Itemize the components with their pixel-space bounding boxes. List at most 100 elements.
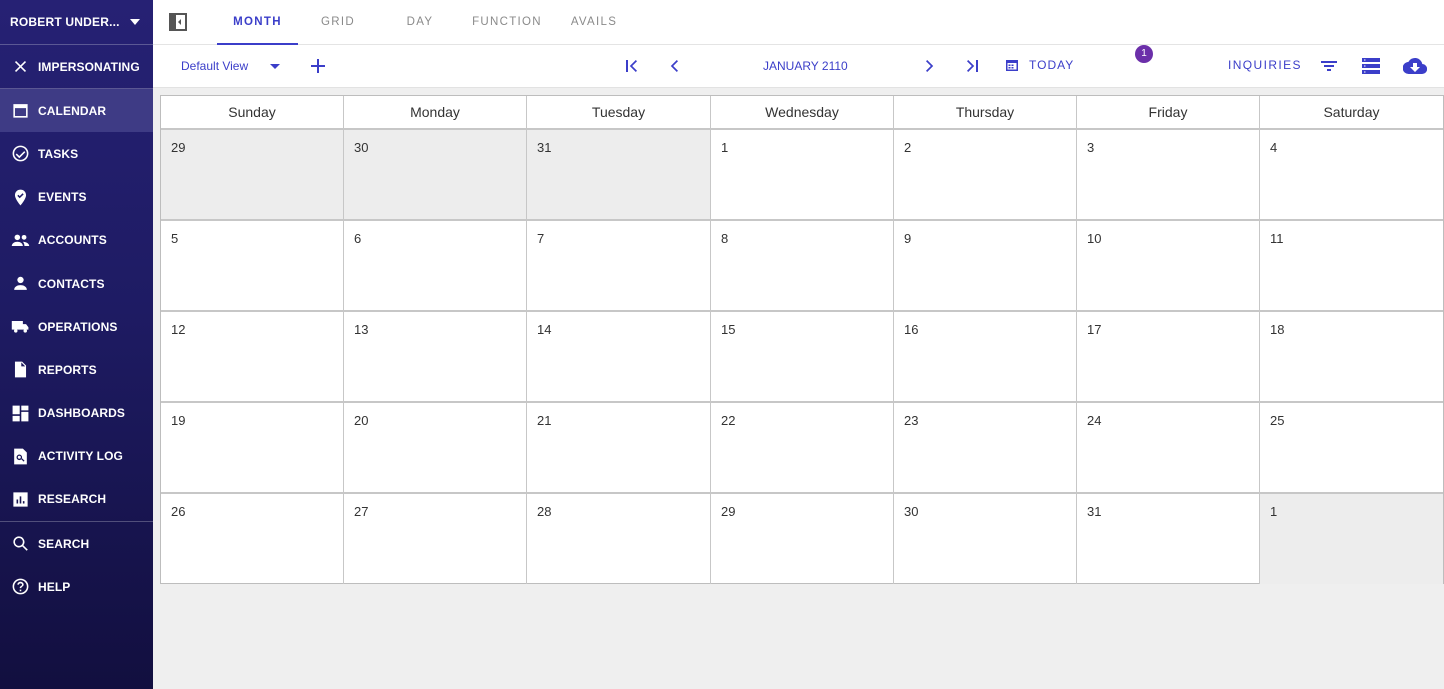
day-cell[interactable]: 22 <box>711 403 894 492</box>
day-cell[interactable]: 10 <box>1077 221 1260 310</box>
sidebar-item-contacts[interactable]: CONTACTS <box>0 262 153 305</box>
sidebar-item-dashboards[interactable]: DASHBOARDS <box>0 392 153 435</box>
day-cell[interactable]: 25 <box>1260 403 1443 492</box>
day-cell[interactable]: 13 <box>344 312 527 401</box>
day-cell[interactable]: 30 <box>344 130 527 219</box>
week-row: 12 13 14 15 16 17 18 <box>161 312 1443 403</box>
day-number: 29 <box>171 140 186 155</box>
day-cell[interactable]: 1 <box>1260 494 1443 584</box>
day-number: 25 <box>1270 413 1285 428</box>
week-row: 29 30 31 1 2 3 4 <box>161 130 1443 221</box>
sidebar-item-research[interactable]: RESEARCH <box>0 478 153 521</box>
day-cell[interactable]: 23 <box>894 403 1077 492</box>
location-pin-icon <box>10 187 30 207</box>
tab-grid[interactable]: GRID <box>303 0 373 45</box>
sidebar-item-tasks[interactable]: TASKS <box>0 132 153 175</box>
close-icon <box>10 57 30 77</box>
first-page-icon[interactable] <box>623 57 641 75</box>
sidebar-item-reports[interactable]: REPORTS <box>0 348 153 391</box>
day-cell[interactable]: 26 <box>161 494 344 584</box>
day-cell[interactable]: 5 <box>161 221 344 310</box>
sidebar-item-search[interactable]: SEARCH <box>0 522 153 565</box>
day-cell[interactable]: 3 <box>1077 130 1260 219</box>
person-icon <box>10 274 30 294</box>
day-cell[interactable]: 24 <box>1077 403 1260 492</box>
day-cell[interactable]: 29 <box>161 130 344 219</box>
day-cell[interactable]: 11 <box>1260 221 1443 310</box>
day-cell[interactable]: 30 <box>894 494 1077 584</box>
next-month-icon[interactable] <box>920 57 938 75</box>
day-cell[interactable]: 19 <box>161 403 344 492</box>
day-cell[interactable]: 7 <box>527 221 711 310</box>
filter-icon[interactable] <box>1319 57 1339 75</box>
day-number: 22 <box>721 413 736 428</box>
weekday-label: Wednesday <box>711 96 894 128</box>
inquiries-button[interactable]: INQUIRIES <box>1228 58 1302 72</box>
tab-month[interactable]: MONTH <box>217 0 298 45</box>
sidebar-item-help[interactable]: HELP <box>0 565 153 608</box>
sidebar-item-calendar[interactable]: CALENDAR <box>0 89 153 133</box>
day-cell[interactable]: 29 <box>711 494 894 584</box>
today-label: TODAY <box>1029 58 1075 72</box>
sidebar-item-events[interactable]: EVENTS <box>0 176 153 219</box>
day-number: 19 <box>171 413 186 428</box>
view-tabs-bar: MONTH GRID DAY FUNCTION AVAILS <box>153 0 1444 45</box>
sidebar-item-impersonating[interactable]: IMPERSONATING <box>0 45 153 88</box>
day-cell[interactable]: 16 <box>894 312 1077 401</box>
tab-function[interactable]: FUNCTION <box>467 0 547 45</box>
add-icon[interactable] <box>309 57 327 75</box>
day-cell[interactable]: 9 <box>894 221 1077 310</box>
day-number: 4 <box>1270 140 1278 155</box>
day-cell[interactable]: 12 <box>161 312 344 401</box>
current-month-label[interactable]: JANUARY 2110 <box>763 59 848 73</box>
day-cell[interactable]: 1 <box>711 130 894 219</box>
day-cell[interactable]: 31 <box>527 130 711 219</box>
day-cell[interactable]: 18 <box>1260 312 1443 401</box>
day-number: 21 <box>537 413 552 428</box>
sidebar-item-operations[interactable]: OPERATIONS <box>0 305 153 348</box>
previous-month-icon[interactable] <box>666 57 684 75</box>
day-cell[interactable]: 31 <box>1077 494 1260 584</box>
day-cell[interactable]: 20 <box>344 403 527 492</box>
day-cell[interactable]: 14 <box>527 312 711 401</box>
weekday-label: Saturday <box>1323 104 1380 120</box>
day-number: 14 <box>537 322 552 337</box>
day-number: 9 <box>904 231 912 246</box>
day-cell[interactable]: 28 <box>527 494 711 584</box>
day-number: 7 <box>537 231 545 246</box>
day-number: 26 <box>171 504 186 519</box>
sidebar-item-accounts[interactable]: ACCOUNTS <box>0 219 153 262</box>
truck-icon <box>10 317 30 337</box>
view-select[interactable]: Default View <box>181 59 281 73</box>
list-view-icon[interactable] <box>1361 56 1381 76</box>
weekday-label: Thursday <box>894 96 1077 128</box>
tab-day[interactable]: DAY <box>385 0 455 45</box>
day-cell[interactable]: 21 <box>527 403 711 492</box>
user-menu[interactable]: ROBERT UNDER... <box>0 0 153 45</box>
day-cell[interactable]: 15 <box>711 312 894 401</box>
weekday-label: Tuesday <box>527 96 711 128</box>
calendar-toolbar: Default View JANUARY 2110 TODAY INQUIRIE… <box>153 45 1444 88</box>
chevron-down-icon <box>129 19 140 25</box>
check-circle-icon <box>10 144 30 164</box>
sidebar-item-activity-log[interactable]: ACTIVITY LOG <box>0 435 153 478</box>
day-number: 31 <box>1087 504 1102 519</box>
day-number: 3 <box>1087 140 1095 155</box>
day-cell[interactable]: 8 <box>711 221 894 310</box>
last-page-icon[interactable] <box>963 57 981 75</box>
day-cell[interactable]: 4 <box>1260 130 1443 219</box>
day-cell[interactable]: 6 <box>344 221 527 310</box>
collapse-sidebar-icon[interactable] <box>169 13 187 31</box>
sidebar-item-label: CALENDAR <box>38 103 107 118</box>
day-cell[interactable]: 17 <box>1077 312 1260 401</box>
week-row: 26 27 28 29 30 31 1 <box>161 494 1443 584</box>
sidebar-item-label: ACTIVITY LOG <box>38 449 123 464</box>
today-button[interactable]: TODAY <box>1005 58 1074 72</box>
cloud-download-icon[interactable] <box>1403 56 1427 76</box>
dashboard-icon <box>10 403 30 423</box>
day-cell[interactable]: 27 <box>344 494 527 584</box>
day-number: 30 <box>904 504 919 519</box>
day-number: 10 <box>1087 231 1102 246</box>
tab-avails[interactable]: AVAILS <box>559 0 629 45</box>
day-cell[interactable]: 2 <box>894 130 1077 219</box>
